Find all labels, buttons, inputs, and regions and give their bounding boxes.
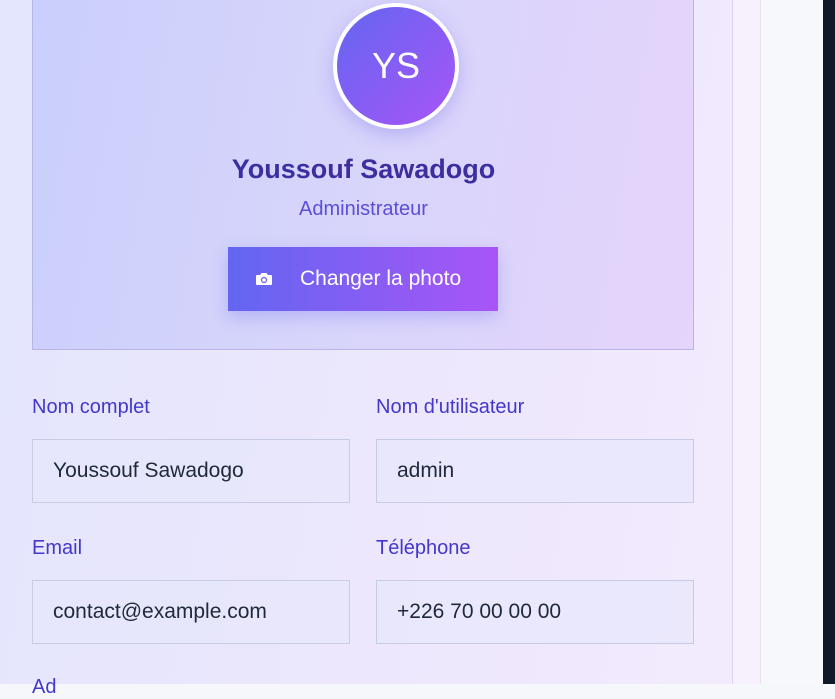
window-edge [823,0,835,684]
username-value: admin [397,459,455,482]
phone-label: Téléphone [376,537,471,559]
phone-value: +226 70 00 00 00 [397,600,562,623]
change-photo-button[interactable]: Changer la photo [228,247,498,311]
email-label: Email [32,537,83,559]
avatar: YS [333,3,459,129]
user-role: Administrateur [299,198,428,220]
change-photo-label: Changer la photo [300,267,462,290]
side-area [761,0,823,684]
full-name-value: Youssouf Sawadogo [53,459,244,482]
camera-icon [256,273,272,285]
scroll-gutter [733,0,761,684]
address-label: Ad [32,676,57,698]
profile-panel: YS Youssouf Sawadogo Administrateur Chan… [0,0,733,698]
avatar-initials: YS [371,45,421,86]
email-input[interactable]: contact@example.com [32,580,350,644]
email-value: contact@example.com [53,600,267,623]
username-input[interactable]: admin [376,439,694,503]
user-name: Youssouf Sawadogo [231,154,496,184]
full-name-input[interactable]: Youssouf Sawadogo [32,439,350,503]
full-name-label: Nom complet [32,396,150,418]
phone-input[interactable]: +226 70 00 00 00 [376,580,694,644]
username-label: Nom d'utilisateur [376,396,525,418]
